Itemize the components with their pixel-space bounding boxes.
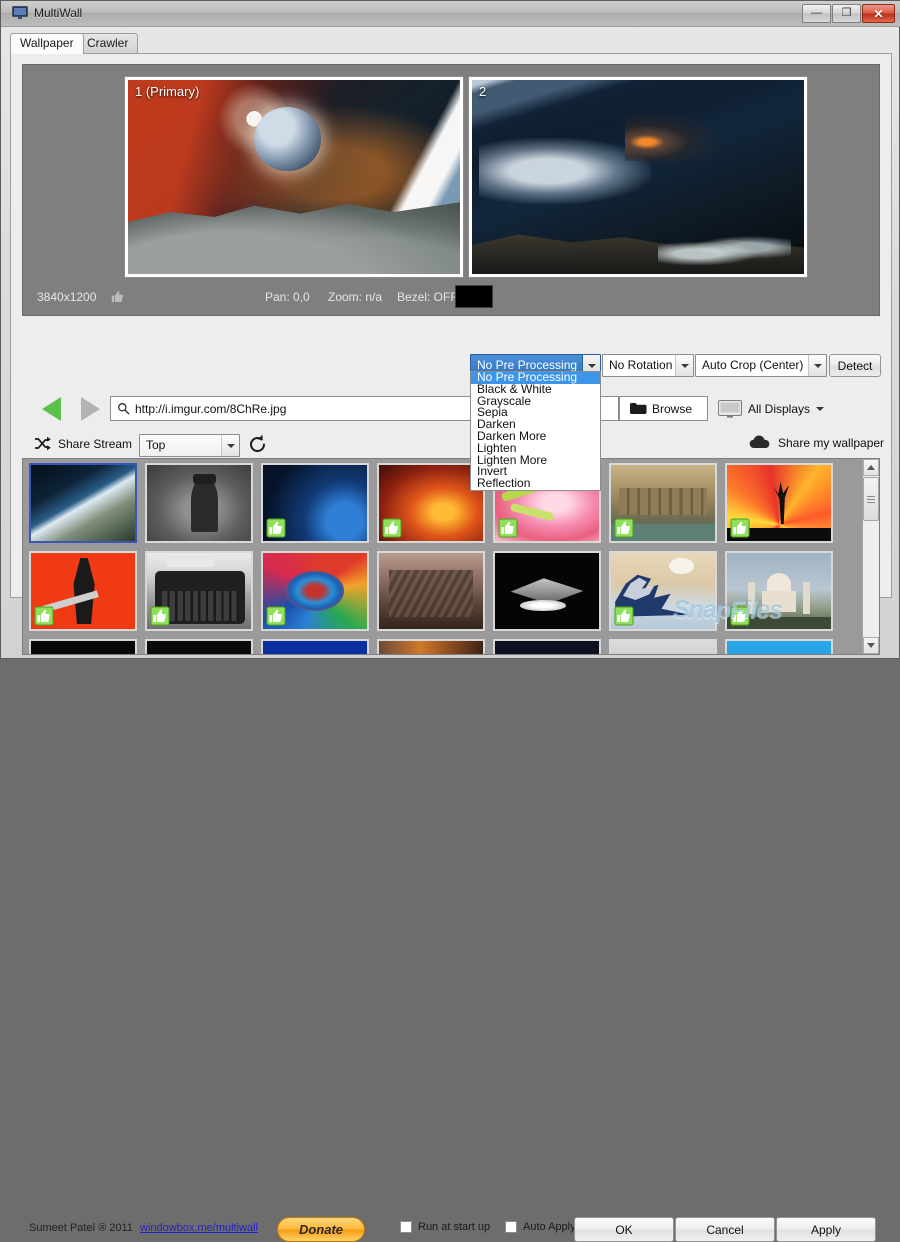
footer-bar: Sumeet Patel ® 2011 windowbox.me/multiwa… (1, 601, 900, 1242)
crop-value: Auto Crop (Center) (702, 358, 804, 372)
minimize-icon: — (811, 7, 822, 19)
title-bar: MultiWall — ❐ ✕ (1, 1, 900, 27)
monitor-icon (718, 399, 742, 418)
rotation-combo[interactable]: No Rotation (602, 354, 694, 377)
apply-button[interactable]: Apply (776, 1217, 876, 1242)
thumbnail-roman-bath[interactable] (609, 463, 717, 543)
checkbox-box[interactable] (400, 1221, 412, 1233)
ice-patches (657, 235, 791, 267)
liked-badge-icon (730, 518, 750, 538)
thumbnail-safari-tree[interactable] (725, 463, 833, 543)
thumbs-up-icon[interactable] (111, 290, 124, 303)
thumbnail-blue-planet[interactable] (261, 463, 369, 543)
monitor-preview-1[interactable]: 1 (Primary) (124, 76, 464, 278)
maximize-button[interactable]: ❐ (832, 4, 861, 23)
refresh-icon[interactable] (247, 434, 268, 455)
cloud-upload-icon (749, 435, 770, 449)
monitor-2-label: 2 (479, 84, 487, 99)
chevron-down-icon[interactable] (808, 355, 826, 376)
tab-wallpaper[interactable]: Wallpaper (10, 33, 84, 54)
liked-badge-icon (382, 518, 402, 538)
website-link[interactable]: windowbox.me/multiwall (140, 1222, 258, 1234)
tab-crawler[interactable]: Crawler (77, 33, 139, 53)
pan-value: Pan: 0,0 (265, 290, 310, 304)
rotation-value: No Rotation (609, 358, 673, 372)
chevron-down-icon[interactable] (675, 355, 693, 376)
monitor-1-label: 1 (Primary) (135, 84, 200, 99)
auto-apply-label: Auto Apply (523, 1221, 576, 1233)
checkbox-box[interactable] (505, 1221, 517, 1233)
shuffle-icon[interactable] (34, 436, 51, 451)
detect-button[interactable]: Detect (829, 354, 881, 377)
stream-combo[interactable]: Top (139, 434, 240, 457)
bezel-color-swatch[interactable] (455, 285, 493, 308)
tab-strip: Wallpaper Crawler (10, 33, 892, 54)
back-button[interactable] (42, 397, 61, 421)
close-button[interactable]: ✕ (862, 4, 895, 23)
run-at-startup-label: Run at start up (418, 1221, 491, 1233)
liked-badge-icon (614, 518, 634, 538)
zoom-value: Zoom: n/a (328, 290, 383, 304)
chevron-down-icon[interactable] (816, 406, 825, 411)
url-value: http://i.imgur.com/8ChRe.jpg (135, 402, 287, 416)
close-icon: ✕ (873, 6, 884, 21)
cancel-button[interactable]: Cancel (675, 1217, 775, 1242)
liked-badge-icon (614, 606, 634, 626)
liked-badge-icon (150, 606, 170, 626)
share-stream-label: Share Stream (58, 437, 133, 451)
thumbnail-earth-horizon[interactable] (29, 463, 137, 543)
thumbnail-rorschach[interactable] (145, 463, 253, 543)
ok-button[interactable]: OK (574, 1217, 674, 1242)
bezel-value: Bezel: OFF (397, 290, 458, 304)
maximize-icon: ❐ (841, 7, 852, 19)
liked-badge-icon (498, 518, 518, 538)
liked-badge-icon (730, 606, 750, 626)
browse-button[interactable]: Browse (619, 396, 708, 421)
browse-label: Browse (652, 401, 693, 416)
preview-status-bar: 3840x1200 Pan: 0,0 Zoom: n/a Bezel: OFF (23, 281, 879, 315)
monitor-preview-2[interactable]: 2 (468, 76, 808, 278)
scrollbar-grip (867, 495, 875, 503)
thumbnail-art (31, 465, 135, 541)
crop-combo[interactable]: Auto Crop (Center) (695, 354, 827, 377)
displays-selector[interactable]: All Displays (718, 396, 843, 421)
multiwall-window: MultiWall — ❐ ✕ Wallpaper Crawler 1 (Pri… (0, 0, 900, 1242)
window-title: MultiWall (34, 6, 83, 20)
app-monitor-icon (12, 6, 28, 19)
share-wallpaper-label: Share my wallpaper (778, 435, 885, 450)
folder-icon (630, 403, 647, 414)
planet-sphere (254, 107, 321, 172)
displays-label: All Displays (748, 401, 811, 416)
liked-badge-icon (34, 606, 54, 626)
stream-value: Top (146, 438, 166, 452)
liked-badge-icon (266, 606, 286, 626)
copyright-text: Sumeet Patel ® 2011 (29, 1222, 133, 1234)
donate-button[interactable]: Donate (277, 1217, 365, 1242)
share-my-wallpaper-button[interactable]: Share my wallpaper (749, 435, 884, 450)
thumbnail-art (147, 465, 251, 541)
wallpaper-tab-panel: 1 (Primary) 2 3840x1200 Pan: 0,0 Zoom: n… (10, 53, 892, 655)
forward-button[interactable] (81, 397, 100, 421)
auto-apply-checkbox[interactable]: Auto Apply (505, 1221, 576, 1233)
search-icon (118, 403, 130, 415)
chevron-down-icon[interactable] (221, 435, 239, 456)
thumbnail-fire-dragon[interactable] (377, 463, 485, 543)
resolution-text: 3840x1200 (37, 290, 97, 304)
run-at-startup-checkbox[interactable]: Run at start up (400, 1221, 490, 1233)
scrollbar-thumb[interactable] (863, 477, 879, 521)
preprocessing-dropdown-list[interactable]: No Pre Processing Black & White Grayscal… (470, 371, 601, 491)
monitor-preview-area[interactable]: 1 (Primary) 2 3840x1200 Pan: 0,0 Zoom: n… (22, 64, 880, 316)
volcano-plume (624, 111, 725, 162)
minimize-button[interactable]: — (802, 4, 831, 23)
liked-badge-icon (266, 518, 286, 538)
dropdown-option[interactable]: Reflection (471, 477, 600, 490)
monitor-1-wallpaper (128, 80, 460, 274)
monitor-2-wallpaper (472, 80, 804, 274)
scroll-up-button[interactable] (863, 459, 879, 476)
